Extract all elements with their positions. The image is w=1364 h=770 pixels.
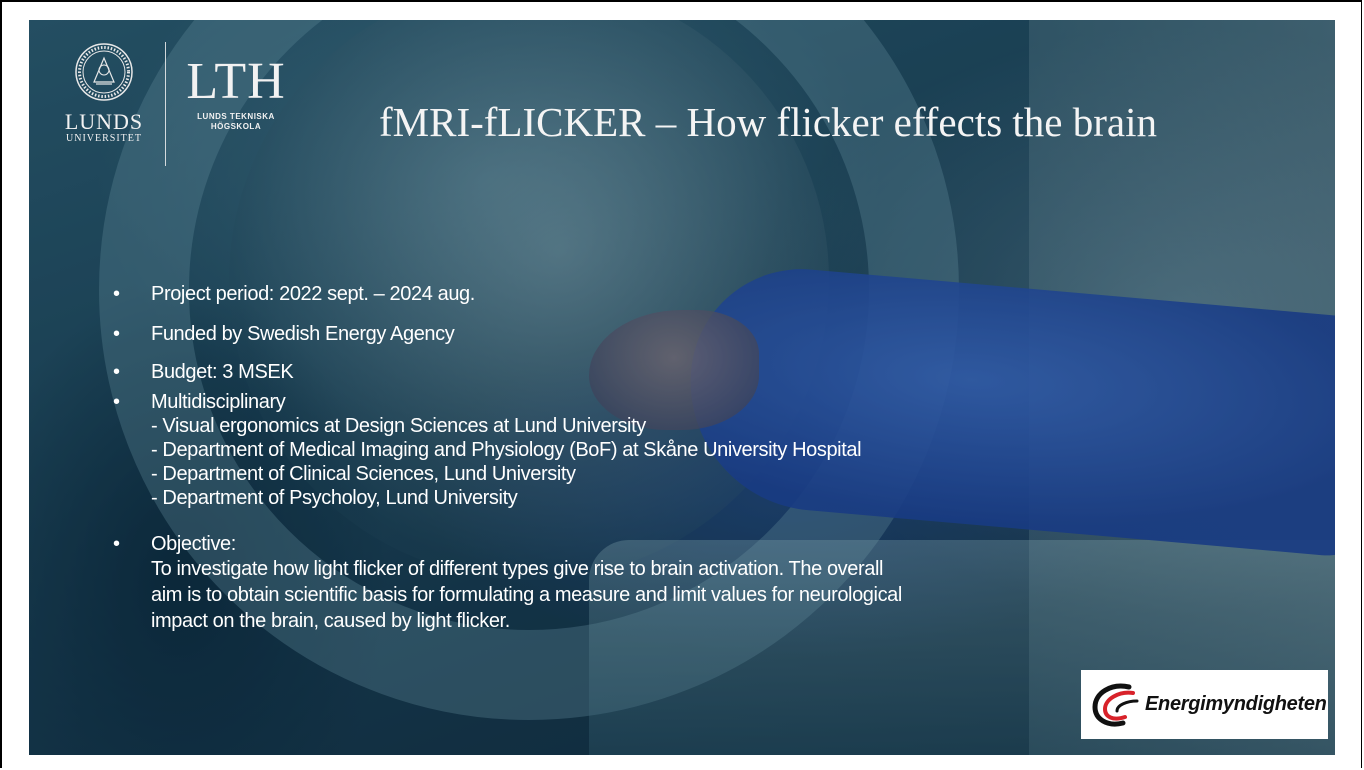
- lth-subtitle-line-1: LUNDS TEKNISKA: [197, 112, 275, 121]
- bullet-funding: • Funded by Swedish Energy Agency: [111, 322, 1111, 346]
- objective-line: aim is to obtain scientific basis for fo…: [151, 584, 902, 606]
- bullet-icon: •: [113, 323, 120, 345]
- bullet-text: Budget: 3 MSEK: [151, 361, 294, 383]
- bullet-text: Multidisciplinary: [151, 391, 286, 413]
- bullet-text: Project period: 2022 sept. – 2024 aug.: [151, 283, 475, 305]
- multidisciplinary-item: - Department of Psycholoy, Lund Universi…: [151, 487, 518, 509]
- bullet-icon: •: [113, 533, 120, 555]
- lund-university-seal-icon: [75, 43, 133, 101]
- bullet-icon: •: [113, 361, 120, 383]
- lund-university-name: LUNDS: [64, 109, 144, 134]
- bullet-icon: •: [113, 391, 120, 413]
- multidisciplinary-item: - Department of Clinical Sciences, Lund …: [151, 463, 576, 485]
- energimyndigheten-swoosh-icon: [1092, 683, 1139, 726]
- objective-line: impact on the brain, caused by light fli…: [151, 610, 510, 632]
- lund-university-logo: LUNDS UNIVERSITET: [59, 42, 149, 145]
- bullet-text: Funded by Swedish Energy Agency: [151, 323, 455, 345]
- energimyndigheten-logo: Energimyndigheten: [1081, 670, 1328, 739]
- bullet-objective: • Objective: To investigate how light fl…: [111, 532, 1111, 634]
- multidisciplinary-item: - Visual ergonomics at Design Sciences a…: [151, 415, 646, 437]
- bullet-budget: • Budget: 3 MSEK: [111, 360, 1111, 384]
- lund-university-subtitle: UNIVERSITET: [66, 133, 142, 144]
- lth-title: LTH: [186, 53, 286, 110]
- energimyndigheten-name: Energimyndigheten: [1145, 693, 1327, 715]
- lth-logo: LTH LUNDS TEKNISKA HÖGSKOLA: [181, 56, 291, 132]
- bullet-icon: •: [113, 283, 120, 305]
- slide: LUNDS UNIVERSITET LTH LUNDS TEKNISKA HÖG…: [29, 20, 1335, 755]
- slide-title: fMRI-fLICKER – How flicker effects the b…: [379, 99, 1157, 145]
- bullet-list: • Project period: 2022 sept. – 2024 aug.…: [111, 282, 1111, 634]
- multidisciplinary-item: - Department of Medical Imaging and Phys…: [151, 439, 862, 461]
- lth-subtitle-line-2: HÖGSKOLA: [210, 122, 262, 131]
- bullet-text: Objective:: [151, 533, 236, 555]
- bullet-multidisciplinary: • Multidisciplinary - Visual ergonomics …: [111, 390, 1111, 510]
- logo-divider: [165, 42, 166, 166]
- bullet-project-period: • Project period: 2022 sept. – 2024 aug.: [111, 282, 1111, 306]
- objective-line: To investigate how light flicker of diff…: [151, 558, 884, 580]
